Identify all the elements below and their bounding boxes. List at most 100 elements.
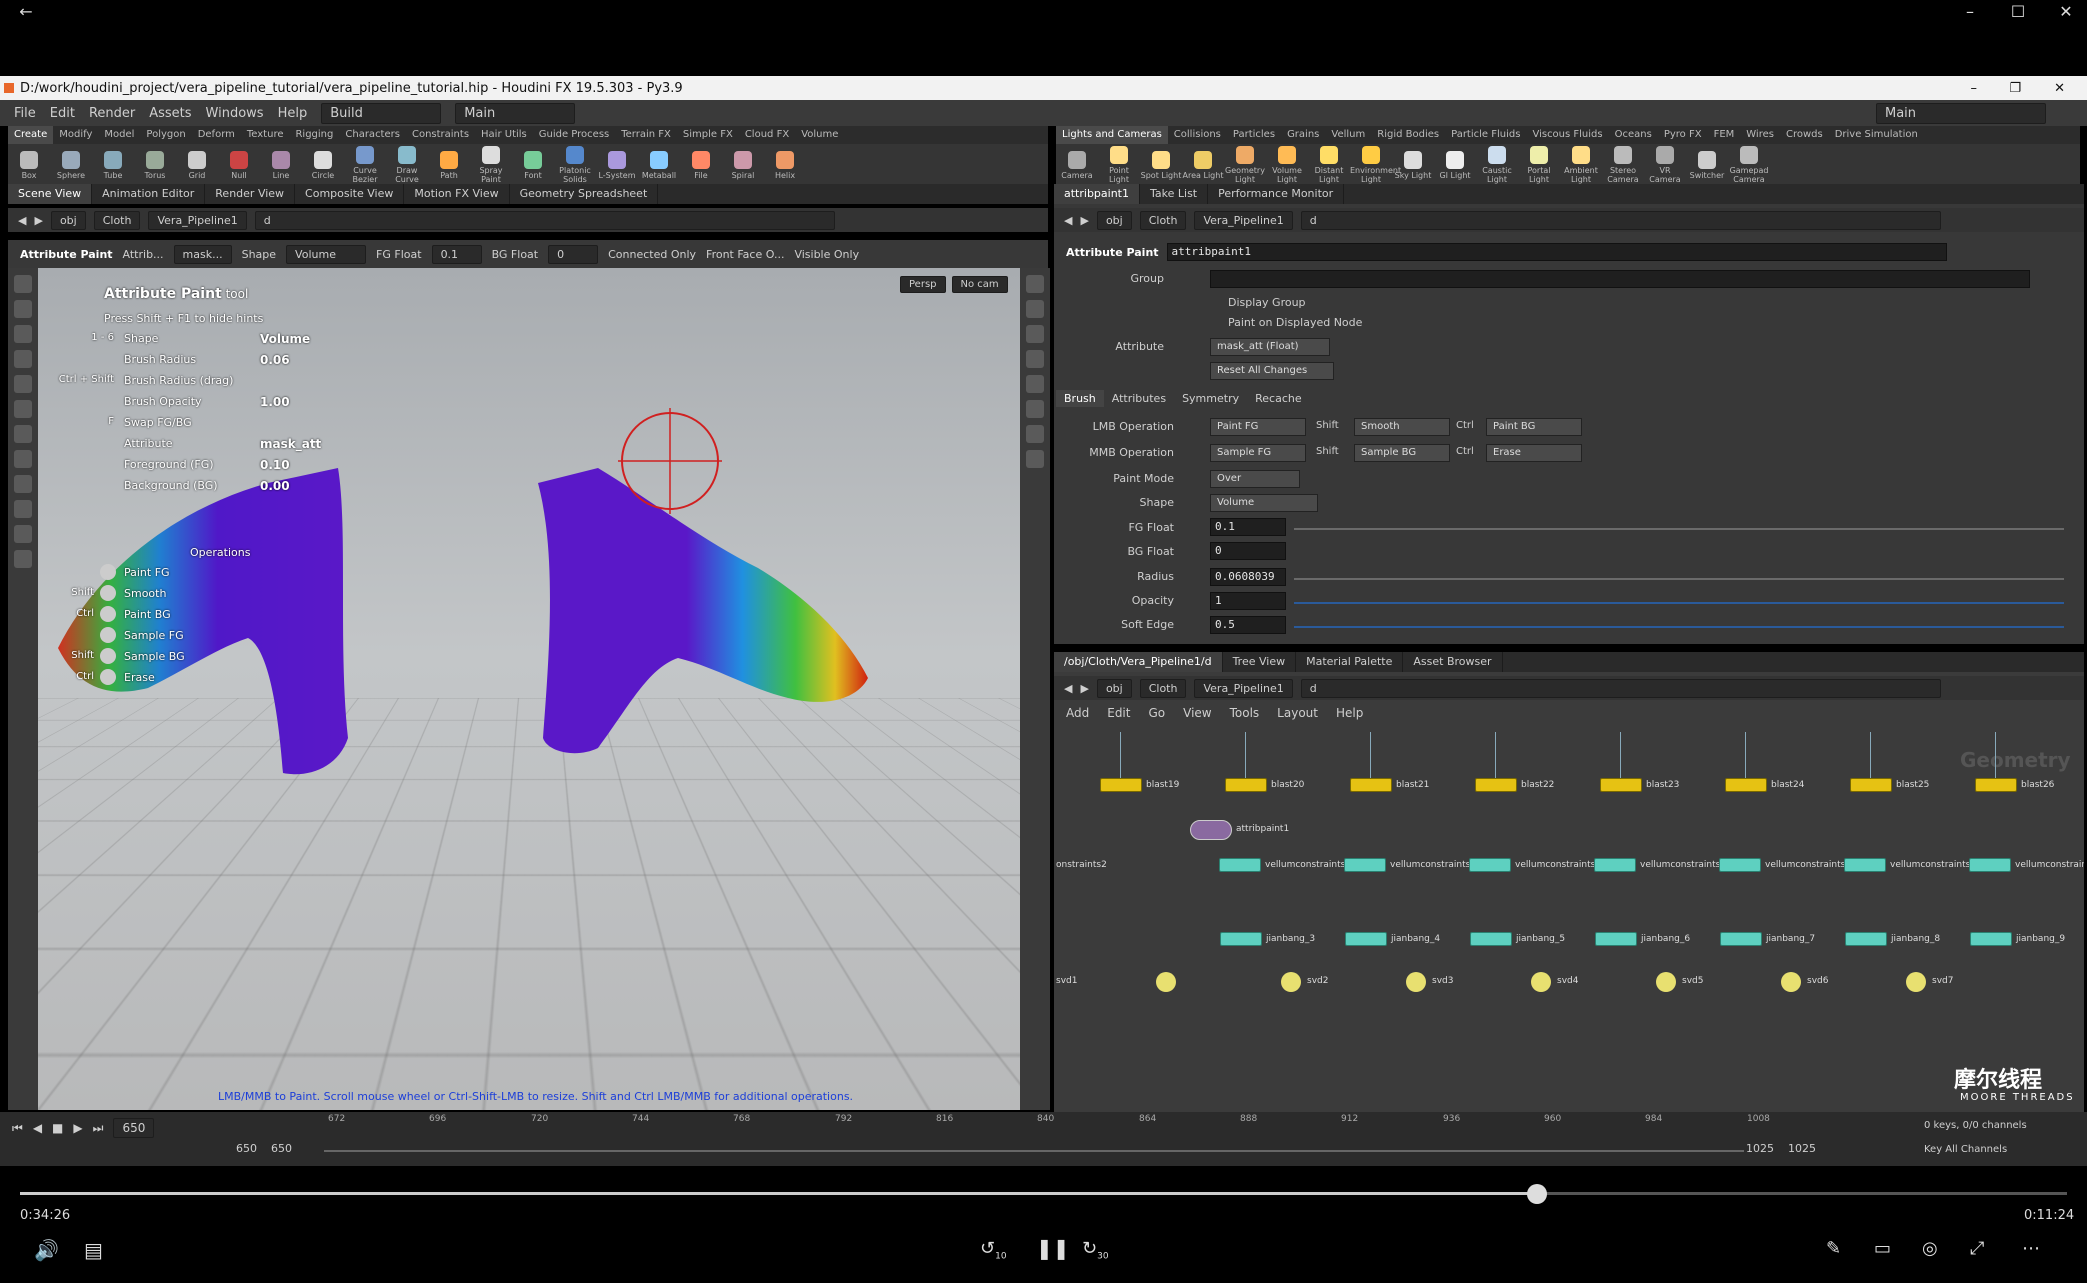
timeline-ticks[interactable]: 672 696 720 744 768 792 816 840 864 888 912 936 960 9… [236, 1112, 1770, 1136]
win-close-icon[interactable]: ✕ [2054, 81, 2065, 96]
shelf-tool[interactable]: Camera [1056, 149, 1098, 180]
shelf-tool[interactable]: Path [428, 149, 470, 180]
shelf-tool[interactable]: Font [512, 149, 554, 180]
close-icon[interactable]: ✕ [2046, 0, 2086, 24]
more-icon[interactable]: ⋯ [2022, 1238, 2040, 1259]
shelf-tool[interactable]: Area Light [1182, 149, 1224, 180]
pause-icon[interactable]: ❚❚ [1036, 1236, 1070, 1260]
path-vera[interactable]: Vera_Pipeline1 [1194, 678, 1293, 698]
opacity-slider[interactable] [1294, 602, 2064, 604]
shelf-tool[interactable]: Ambient Light [1560, 144, 1602, 184]
network-canvas[interactable]: blast19 blast20 blast21 blast22 blast23 blast… [1054, 732, 2084, 1112]
shelf-tab[interactable]: Characters [339, 126, 406, 144]
jianbang-node[interactable] [1970, 932, 2012, 946]
subtab-attributes[interactable]: Attributes [1104, 390, 1174, 407]
subtitles-icon[interactable]: ▤ [84, 1238, 103, 1262]
menu-windows[interactable]: Windows [206, 106, 264, 121]
blast-node[interactable] [1975, 778, 2017, 792]
tab-animation-editor[interactable]: Animation Editor [92, 184, 206, 204]
jianbang-node[interactable] [1470, 932, 1512, 946]
shelf-tool[interactable]: L-System [596, 149, 638, 180]
radius-slider[interactable] [1294, 578, 2064, 580]
blast-node[interactable] [1100, 778, 1142, 792]
visible-only-checkbox[interactable]: Visible Only [794, 248, 859, 261]
current-frame-field[interactable]: 650 [113, 1118, 155, 1138]
select-tool-icon[interactable] [14, 275, 32, 293]
range-slider[interactable] [324, 1150, 1744, 1152]
svd-node[interactable] [1531, 972, 1551, 992]
shelf-tool[interactable]: Environment Light [1350, 144, 1401, 184]
shelf-tool[interactable]: Tube [92, 149, 134, 180]
maximize-icon[interactable]: ☐ [1998, 0, 2038, 24]
jianbang-node[interactable] [1595, 932, 1637, 946]
path-obj[interactable]: obj [1096, 678, 1132, 698]
cam-menu[interactable]: No cam [951, 276, 1008, 293]
path-d[interactable]: d [1300, 678, 1941, 698]
attribute-select[interactable]: mask_att (Float) [1210, 338, 1330, 356]
svd-node[interactable] [1906, 972, 1926, 992]
constraint-node[interactable] [1594, 858, 1636, 872]
range-start2[interactable]: 650 [271, 1142, 292, 1155]
constraint-node[interactable] [1969, 858, 2011, 872]
shelf-tool[interactable]: Volume Light [1266, 144, 1308, 184]
shelf-tab[interactable]: Crowds [1780, 126, 1829, 144]
attribpaint-node[interactable] [1190, 820, 1232, 840]
shelf-tool[interactable]: Sky Light [1392, 149, 1434, 180]
shelf-tool[interactable]: Stereo Camera [1602, 144, 1644, 184]
shelf-tool[interactable]: Null [218, 149, 260, 180]
view-icon[interactable] [14, 500, 32, 518]
lmb-shift-select[interactable]: Smooth [1354, 418, 1450, 436]
360-icon[interactable]: ◎ [1922, 1238, 1938, 1259]
path-d[interactable]: d [254, 210, 835, 230]
blast-node[interactable] [1475, 778, 1517, 792]
jianbang-node[interactable] [1345, 932, 1387, 946]
node-name-field[interactable]: attribpaint1 [1166, 243, 1947, 261]
shelf-tab[interactable]: Simple FX [677, 126, 739, 144]
miniplayer-icon[interactable]: ▭ [1874, 1238, 1891, 1259]
path-d[interactable]: d [1300, 210, 1941, 230]
minimize-icon[interactable]: – [1950, 0, 1990, 24]
desktop-select[interactable]: Build [321, 102, 442, 124]
radius-field[interactable]: 0.0608039 [1210, 568, 1286, 586]
shelf-tool[interactable]: File [680, 149, 722, 180]
net-menu-add[interactable]: Add [1066, 706, 1089, 720]
handle-icon[interactable] [14, 450, 32, 468]
shelf-tab[interactable]: Rigging [289, 126, 339, 144]
shelf-tool[interactable]: Spray Paint [470, 144, 512, 184]
tab-motion-fx-view[interactable]: Motion FX View [404, 184, 510, 204]
jump-start-icon[interactable]: ⏮ [12, 1121, 23, 1136]
svd-node[interactable] [1406, 972, 1426, 992]
visibility-icon[interactable] [1026, 375, 1044, 393]
pen-icon[interactable]: ✎ [1826, 1238, 1841, 1259]
shelf-tool[interactable]: Box [8, 149, 50, 180]
shelf-tab[interactable]: Particles [1227, 126, 1281, 144]
shape-select[interactable]: Volume [1210, 494, 1318, 512]
net-menu-layout[interactable]: Layout [1277, 706, 1318, 720]
back-icon[interactable]: ← [6, 0, 46, 24]
jianbang-node[interactable] [1220, 932, 1262, 946]
svd-node[interactable] [1156, 972, 1176, 992]
shelf-tool[interactable]: Grid [176, 149, 218, 180]
forward-icon[interactable]: ↻30 [1082, 1238, 1109, 1262]
tab-geometry-spreadsheet[interactable]: Geometry Spreadsheet [510, 184, 659, 204]
path-obj[interactable]: obj [50, 210, 86, 230]
mmb-shift-select[interactable]: Sample BG [1354, 444, 1450, 462]
shelf-tab[interactable]: Volume [795, 126, 844, 144]
constraint-node[interactable] [1469, 858, 1511, 872]
shelf-tool[interactable]: Caustic Light [1476, 144, 1518, 184]
back-arrow-icon[interactable]: ◀ [1064, 682, 1072, 695]
shelf-tab[interactable]: Modify [53, 126, 98, 144]
shelf-tab[interactable]: Deform [192, 126, 241, 144]
normals-icon[interactable] [1026, 425, 1044, 443]
group-field[interactable] [1210, 270, 2030, 288]
tab-perf-monitor[interactable]: Performance Monitor [1208, 184, 1345, 204]
shelf-tab[interactable]: Drive Simulation [1829, 126, 1924, 144]
shelf-tool[interactable]: Draw Curve [386, 144, 428, 184]
shelf-tab[interactable]: FEM [1708, 126, 1741, 144]
path-cloth[interactable]: Cloth [93, 210, 141, 230]
magnet-icon[interactable] [14, 525, 32, 543]
range-end[interactable]: 1025 [1746, 1142, 1774, 1155]
shading-icon[interactable] [1026, 350, 1044, 368]
shelf-tab[interactable]: Grains [1281, 126, 1325, 144]
shelf-tab[interactable]: Guide Process [533, 126, 615, 144]
